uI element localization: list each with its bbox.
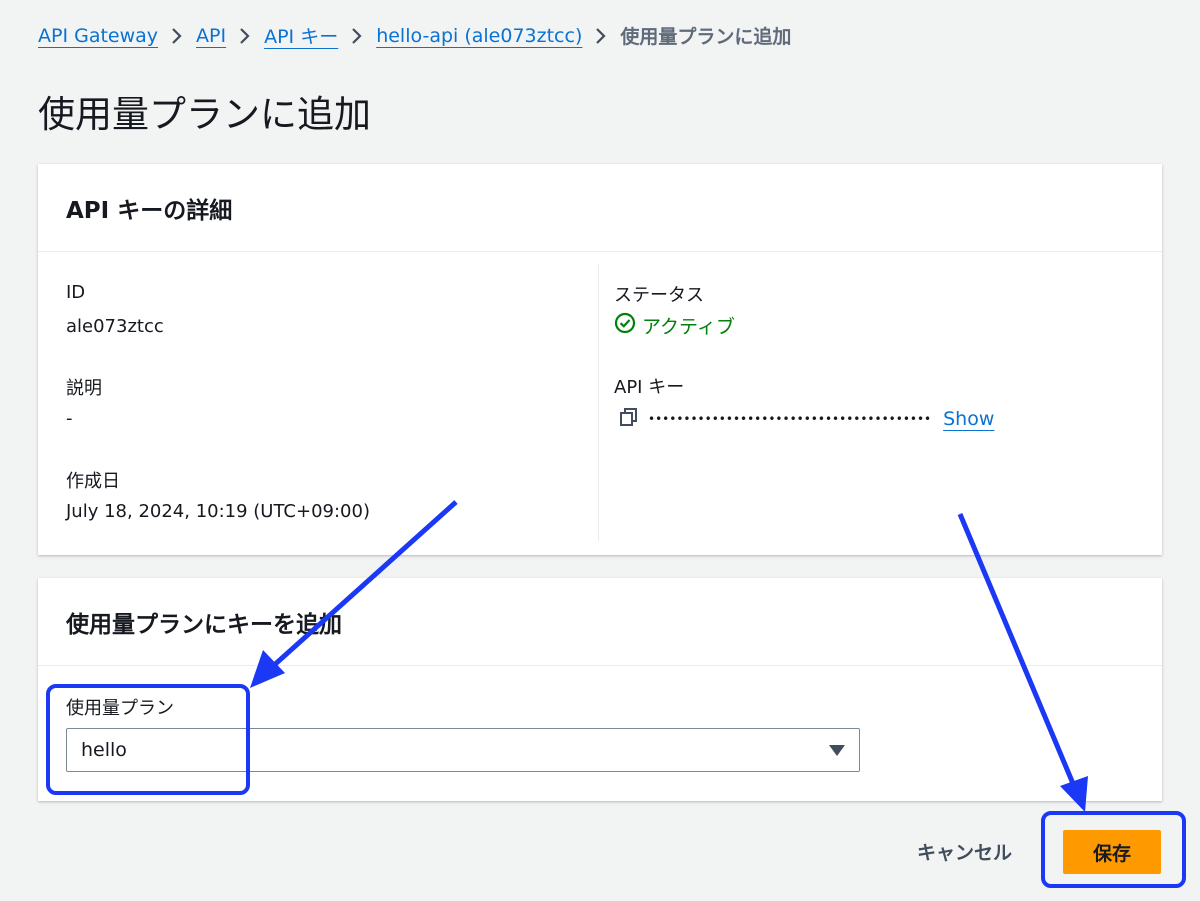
annotation-arrow-to-save <box>957 513 1088 812</box>
annotation-arrows <box>250 500 1088 812</box>
cancel-button[interactable]: キャンセル <box>917 838 1012 865</box>
save-button[interactable]: 保存 <box>1063 830 1161 874</box>
annotation-arrow-to-usage-plan <box>250 500 458 688</box>
